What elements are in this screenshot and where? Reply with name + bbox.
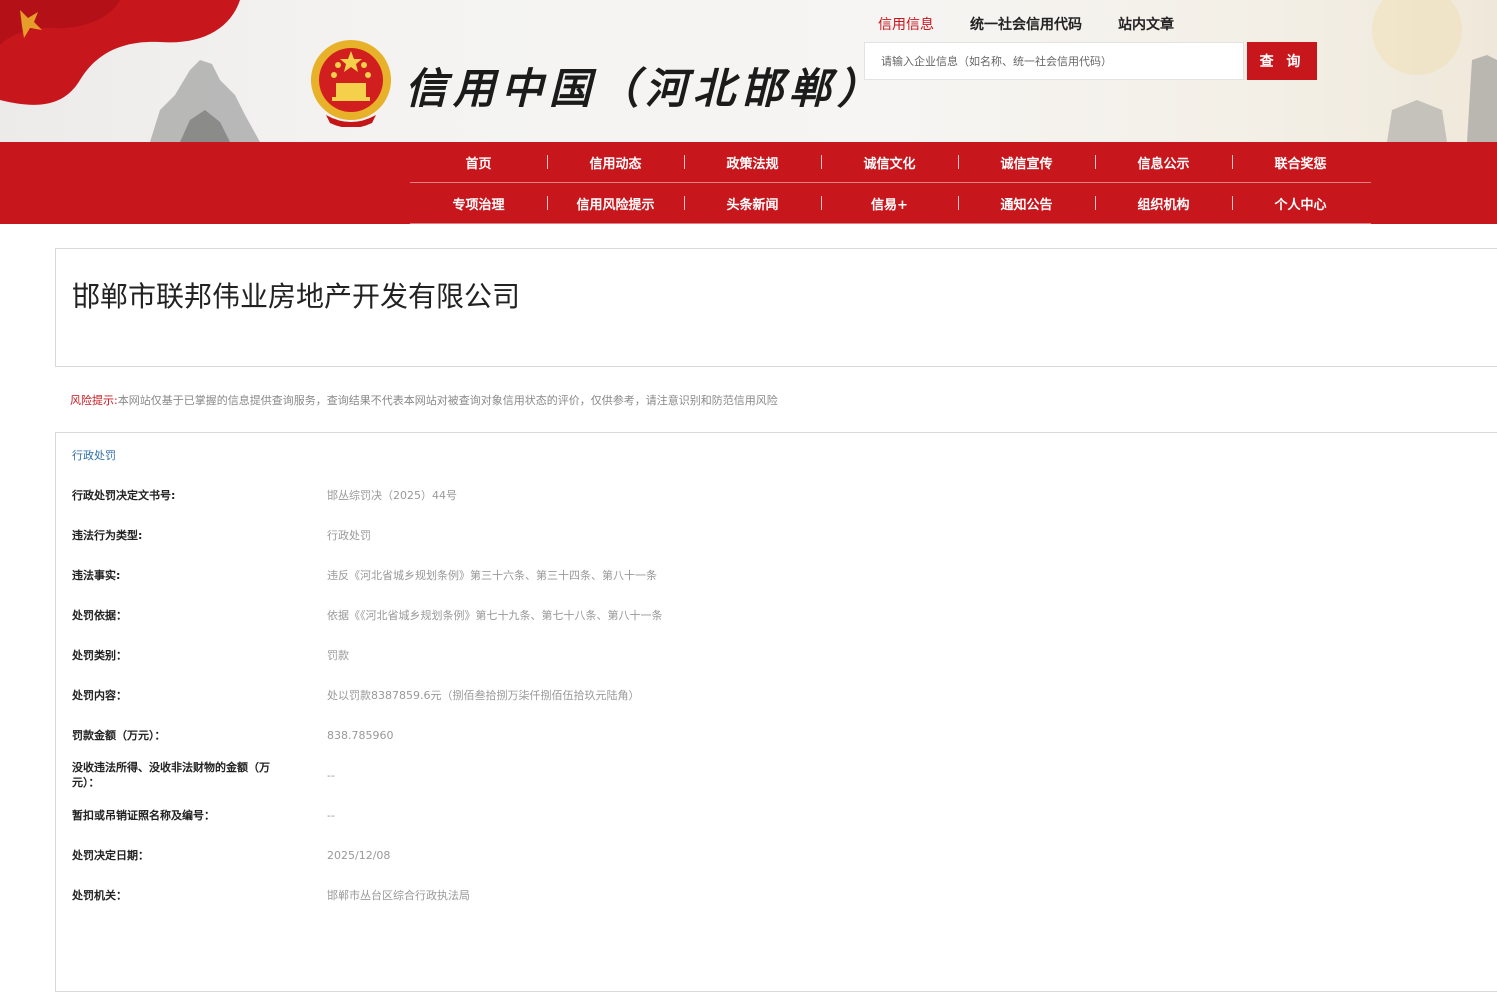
nav-item-joint-rewards[interactable]: 联合奖惩	[1232, 153, 1369, 172]
field-label: 罚款金额（万元）：	[72, 728, 166, 742]
nav-item-headlines[interactable]: 头条新闻	[684, 194, 821, 213]
field-label: 行政处罚决定文书号:	[72, 488, 176, 502]
detail-row-penalty-basis: 处罚依据： 依据《《河北省城乡规划条例》第七十九条、第七十八条、第八十一条	[72, 595, 663, 635]
nav-item-organization[interactable]: 组织机构	[1095, 194, 1232, 213]
risk-notice-text: 本网站仅基于已掌握的信息提供查询服务，查询结果不代表本网站对被查询对象信用状态的…	[117, 394, 778, 407]
nav-item-credit-news[interactable]: 信用动态	[547, 153, 684, 172]
field-label: 处罚类别：	[72, 648, 127, 662]
field-value: 罚款	[327, 649, 349, 662]
detail-row-confiscated-amount: 没收违法所得、没收非法财物的金额（万元）： --	[72, 755, 663, 795]
detail-row-violation-type: 违法行为类型: 行政处罚	[72, 515, 663, 555]
site-title: 信用中国（河北邯郸）	[405, 64, 886, 113]
nav-item-info-disclosure[interactable]: 信息公示	[1095, 153, 1232, 172]
field-value: 邯郸市丛台区综合行政执法局	[327, 889, 470, 902]
nav-item-notices[interactable]: 通知公告	[958, 194, 1095, 213]
nav-row-2: 专项治理 信用风险提示 头条新闻 信易+ 通知公告 组织机构 个人中心	[410, 183, 1371, 224]
field-value: 依据《《河北省城乡规划条例》第七十九条、第七十八条、第八十一条	[327, 609, 663, 622]
field-label: 违法行为类型:	[72, 528, 143, 542]
field-label: 处罚机关：	[72, 888, 127, 902]
header-banner: 信用中国（河北邯郸） 信用信息 统一社会信用代码 站内文章 查 询	[0, 0, 1497, 142]
top-link-site-articles[interactable]: 站内文章	[1118, 14, 1174, 34]
search-button[interactable]: 查 询	[1247, 42, 1317, 80]
detail-row-fine-amount: 罚款金额（万元）： 838.785960	[72, 715, 663, 755]
field-label: 暂扣或吊销证照名称及编号：	[72, 808, 215, 822]
field-label: 违法事实:	[72, 568, 121, 582]
field-value: 邯丛综罚决（2025）44号	[327, 489, 457, 502]
nav-item-xinyi-plus[interactable]: 信易+	[821, 194, 958, 213]
risk-notice-label: 风险提示:	[70, 394, 118, 407]
penalty-detail-panel: 行政处罚 行政处罚决定文书号: 邯丛综罚决（2025）44号 违法行为类型: 行政处…	[55, 432, 1497, 992]
company-name: 邯郸市联邦伟业房地产开发有限公司	[72, 280, 521, 313]
nav-item-risk-alerts[interactable]: 信用风险提示	[547, 194, 684, 213]
horse-statue-decoration	[150, 60, 260, 142]
field-value: 处以罚款8387859.6元（捌佰叁拾捌万柒仟捌佰伍拾玖元陆角）	[327, 689, 640, 702]
national-emblem-icon	[311, 40, 391, 127]
top-links: 信用信息 统一社会信用代码 站内文章	[878, 14, 1174, 34]
top-link-credit-info[interactable]: 信用信息	[878, 14, 934, 34]
nav-item-special-governance[interactable]: 专项治理	[410, 194, 547, 213]
detail-row-decision-date: 处罚决定日期： 2025/12/08	[72, 835, 663, 875]
tab-administrative-penalty[interactable]: 行政处罚	[72, 447, 116, 463]
nav-item-home[interactable]: 首页	[410, 153, 547, 172]
nav-item-integrity-promo[interactable]: 诚信宣传	[958, 153, 1095, 172]
detail-row-penalty-category: 处罚类别： 罚款	[72, 635, 663, 675]
temple-decoration	[1372, 0, 1497, 142]
main-nav: 首页 信用动态 政策法规 诚信文化 诚信宣传 信息公示 联合奖惩 专项治理 信用…	[0, 142, 1497, 224]
field-label: 没收违法所得、没收非法财物的金额（万元）：	[72, 761, 270, 789]
top-link-credit-code[interactable]: 统一社会信用代码	[970, 14, 1082, 34]
risk-notice: 风险提示:本网站仅基于已掌握的信息提供查询服务，查询结果不代表本网站对被查询对象…	[70, 392, 778, 408]
field-label: 处罚依据：	[72, 608, 127, 622]
field-label: 处罚决定日期：	[72, 848, 149, 862]
field-value: 2025/12/08	[327, 848, 391, 862]
field-value: 违反《河北省城乡规划条例》第三十六条、第三十四条、第八十一条	[327, 569, 657, 582]
field-value: 行政处罚	[327, 529, 371, 542]
search-box	[864, 42, 1244, 80]
company-card: 邯郸市联邦伟业房地产开发有限公司	[55, 248, 1497, 367]
nav-item-policy[interactable]: 政策法规	[684, 153, 821, 172]
detail-row-penalty-content: 处罚内容： 处以罚款8387859.6元（捌佰叁拾捌万柒仟捌佰伍拾玖元陆角）	[72, 675, 663, 715]
nav-item-personal-center[interactable]: 个人中心	[1232, 194, 1369, 213]
penalty-detail-list: 行政处罚决定文书号: 邯丛综罚决（2025）44号 违法行为类型: 行政处罚 违法事…	[72, 475, 663, 915]
detail-row-license-suspension: 暂扣或吊销证照名称及编号： --	[72, 795, 663, 835]
field-value: 838.785960	[327, 728, 394, 742]
detail-row-penalty-authority: 处罚机关： 邯郸市丛台区综合行政执法局	[72, 875, 663, 915]
detail-row-doc-number: 行政处罚决定文书号: 邯丛综罚决（2025）44号	[72, 475, 663, 515]
nav-item-integrity-culture[interactable]: 诚信文化	[821, 153, 958, 172]
field-value: --	[327, 808, 335, 822]
nav-row-1: 首页 信用动态 政策法规 诚信文化 诚信宣传 信息公示 联合奖惩	[410, 142, 1371, 183]
field-label: 处罚内容：	[72, 688, 127, 702]
field-value: --	[327, 768, 335, 782]
search-input[interactable]	[865, 43, 1243, 79]
detail-row-violation-facts: 违法事实: 违反《河北省城乡规划条例》第三十六条、第三十四条、第八十一条	[72, 555, 663, 595]
